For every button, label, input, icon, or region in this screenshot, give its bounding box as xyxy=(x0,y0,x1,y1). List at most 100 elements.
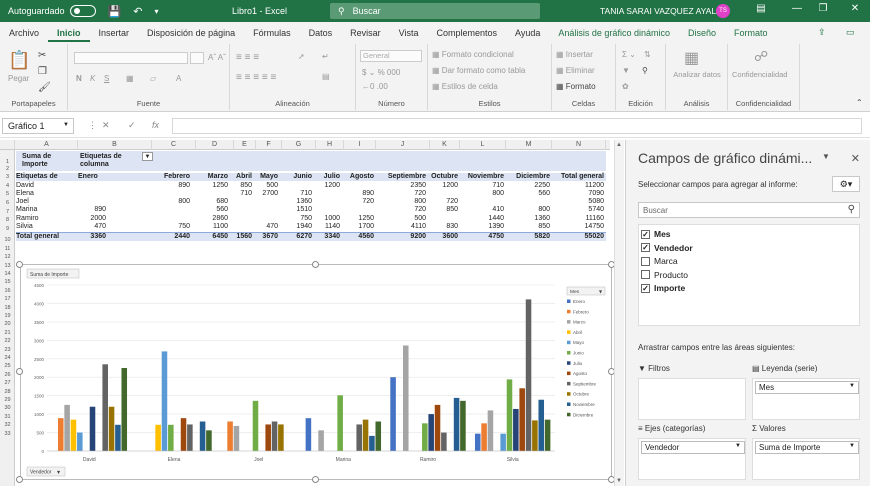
row-header[interactable]: 2 xyxy=(0,165,15,173)
align-left-icon[interactable]: ≡ ≡ ≡ ≡ ≡ xyxy=(236,72,276,83)
field-checkbox[interactable] xyxy=(641,256,650,266)
tab-0[interactable]: Archivo xyxy=(0,28,48,42)
bar[interactable] xyxy=(513,408,519,451)
bar[interactable] xyxy=(337,395,343,451)
legend-entry[interactable]: Abril xyxy=(573,330,582,335)
pivot-month-header[interactable]: Diciembre xyxy=(506,173,550,181)
bar[interactable] xyxy=(403,345,409,451)
tab-9[interactable]: Ayuda xyxy=(506,28,549,42)
pivot-cell[interactable]: 830 xyxy=(428,223,458,231)
bar[interactable] xyxy=(390,377,396,451)
merge-icon[interactable]: ▤ xyxy=(322,72,330,81)
pivot-month-header[interactable]: Septiembre xyxy=(376,173,426,181)
axis-field-item[interactable]: Vendedor ▼ xyxy=(641,441,745,454)
bar[interactable] xyxy=(544,419,551,451)
field-checkbox[interactable]: ✓ xyxy=(641,283,650,293)
decimals-icon[interactable]: ←0 .00 xyxy=(362,82,388,91)
pivot-cell[interactable]: 850 xyxy=(428,206,458,214)
chart-resize-handle-tc[interactable] xyxy=(312,261,319,268)
more-options-icon[interactable]: ⋮ xyxy=(88,120,97,131)
legend-entry[interactable]: Agosto xyxy=(573,371,588,376)
pivot-cell[interactable]: 560 xyxy=(506,190,550,198)
bar[interactable] xyxy=(187,424,193,451)
bar[interactable] xyxy=(369,435,375,451)
tab-2[interactable]: Insertar xyxy=(90,28,139,42)
pivot-cell[interactable]: 850 xyxy=(232,182,252,190)
bar[interactable] xyxy=(434,404,441,451)
pivot-cell[interactable]: 2350 xyxy=(376,182,426,190)
orientation-icon[interactable]: ➚ xyxy=(298,52,305,61)
pivot-cell[interactable]: 800 xyxy=(154,198,190,206)
field-checkbox[interactable] xyxy=(641,270,650,279)
bar[interactable] xyxy=(64,404,70,451)
pivot-cell[interactable]: 2860 xyxy=(194,215,228,223)
pivot-cell[interactable]: 1440 xyxy=(460,215,504,223)
search-box[interactable]: ⚲ Buscar xyxy=(330,3,540,19)
italic-button[interactable]: K xyxy=(90,74,95,83)
pivot-row-name[interactable]: Silvia xyxy=(16,223,76,231)
column-header[interactable]: D xyxy=(196,140,234,150)
collapse-ribbon-icon[interactable]: ⌃ xyxy=(856,98,863,107)
column-header[interactable]: E xyxy=(234,140,256,150)
pivot-month-header[interactable]: Agosto xyxy=(342,173,374,181)
pivot-cell[interactable]: 1700 xyxy=(342,223,374,231)
fill-color-icon[interactable]: ▱ xyxy=(150,74,156,83)
pivot-row-name[interactable]: Elena xyxy=(16,190,76,198)
pivot-grand-total-cell[interactable]: 3360 xyxy=(78,233,106,241)
row-header[interactable]: 26 xyxy=(0,371,15,379)
legend-drop-zone[interactable]: Mes ▼ xyxy=(752,378,860,420)
bar[interactable] xyxy=(57,418,64,451)
row-header[interactable]: 25 xyxy=(0,362,15,370)
analyze-data-icon[interactable]: ▦ xyxy=(684,48,699,68)
bar[interactable] xyxy=(356,424,362,451)
pivot-cell[interactable]: 1390 xyxy=(460,223,504,231)
row-header[interactable]: 20 xyxy=(0,320,15,328)
pivot-row-name[interactable]: Marina xyxy=(16,206,76,214)
column-header[interactable]: C xyxy=(152,140,196,150)
bar[interactable] xyxy=(453,397,460,451)
pivot-cell[interactable]: 720 xyxy=(342,198,374,206)
pivot-row-name[interactable]: Ramiro xyxy=(16,215,76,223)
axis-field-dropdown-icon[interactable]: ▼ xyxy=(735,443,741,449)
tab-1[interactable]: Inicio xyxy=(48,28,90,42)
bold-button[interactable]: N xyxy=(76,74,82,83)
bar[interactable] xyxy=(460,400,466,451)
pivot-month-header[interactable]: Junio xyxy=(280,173,312,181)
save-icon[interactable]: 💾 xyxy=(108,5,122,18)
insert-function-icon[interactable]: fx xyxy=(152,120,159,130)
gear-icon[interactable]: ⚙▾ xyxy=(832,176,860,192)
analyze-data-button[interactable]: Analizar datos xyxy=(672,70,722,79)
values-drop-zone[interactable]: Suma de Importe ▼ xyxy=(752,438,860,480)
sort-filter-icon[interactable]: ⇅ xyxy=(644,50,651,59)
context-tab-0[interactable]: Análisis de gráfico dinámico xyxy=(549,28,679,42)
legend-entry[interactable]: Junio xyxy=(573,351,584,356)
tab-6[interactable]: Revisar xyxy=(341,28,390,42)
column-header[interactable]: L xyxy=(460,140,506,150)
pivot-cell[interactable]: 890 xyxy=(154,182,190,190)
field-item[interactable]: ✓ Vendedor xyxy=(641,242,693,254)
borders-icon[interactable]: ▦ xyxy=(126,74,134,83)
enter-icon[interactable]: ✓ xyxy=(128,120,136,131)
row-header[interactable]: 31 xyxy=(0,413,15,421)
legend-entry[interactable]: Septiembre xyxy=(573,381,597,386)
fill-icon[interactable]: ▼ xyxy=(622,66,630,75)
pivot-cell[interactable]: 1360 xyxy=(280,198,312,206)
pivot-row-total[interactable]: 5080 xyxy=(554,198,604,206)
bar[interactable] xyxy=(538,399,545,451)
axis-drop-zone[interactable]: Vendedor ▼ xyxy=(638,438,746,480)
bar[interactable] xyxy=(168,424,174,451)
align-top-icon[interactable]: ≡ ≡ ≡ xyxy=(236,52,259,63)
user-name[interactable]: TANIA SARAI VAZQUEZ AYALA xyxy=(600,6,722,16)
pivot-cell[interactable]: 1360 xyxy=(506,215,550,223)
pivot-cell[interactable]: 750 xyxy=(154,223,190,231)
row-header[interactable]: 9 xyxy=(0,225,15,233)
field-search-input[interactable]: Buscar ⚲ xyxy=(638,202,860,218)
bar[interactable] xyxy=(525,299,532,451)
bar[interactable] xyxy=(108,406,115,451)
row-header[interactable]: 13 xyxy=(0,262,15,270)
bar[interactable] xyxy=(500,433,506,451)
row-header[interactable]: 10 xyxy=(0,236,15,244)
legend-entry[interactable]: Noviembre xyxy=(573,402,595,407)
customize-toolbar-icon[interactable]: ▾ xyxy=(154,7,158,16)
bar[interactable] xyxy=(278,424,284,451)
